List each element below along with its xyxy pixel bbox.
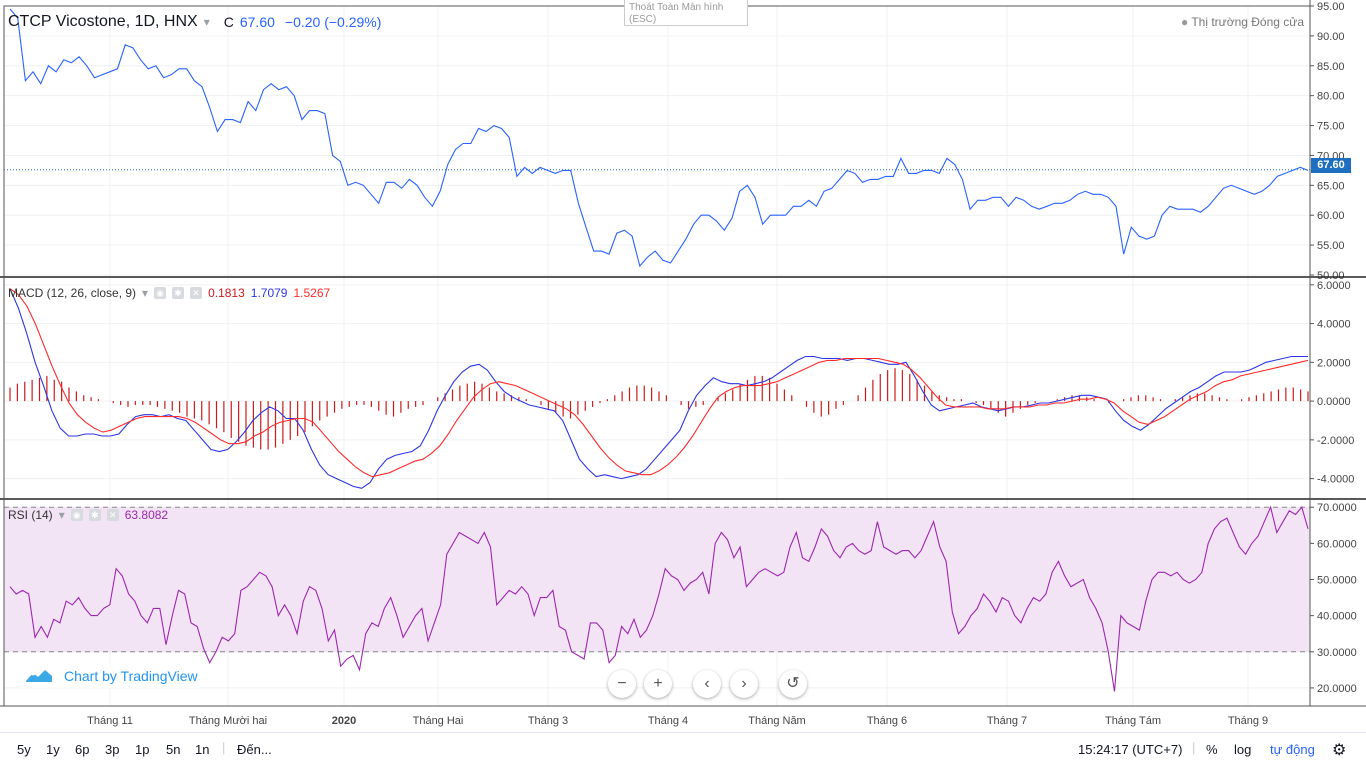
y-tick-label: 90.00 bbox=[1317, 31, 1345, 43]
exit-fullscreen-label: Thoát Toàn Màn hình bbox=[629, 2, 724, 13]
goto-date-button[interactable]: Đến... bbox=[237, 742, 272, 757]
last-price-tag: 67.60 bbox=[1311, 158, 1351, 173]
y-tick-label: 20.0000 bbox=[1317, 683, 1357, 695]
percent-scale-toggle[interactable]: % bbox=[1206, 742, 1218, 757]
tradingview-logo-icon bbox=[26, 670, 52, 682]
y-tick-label: 85.00 bbox=[1317, 61, 1345, 73]
exit-fullscreen-button[interactable]: Thoát Toàn Màn hình (ESC) bbox=[624, 0, 748, 26]
range-5y-button[interactable]: 5y bbox=[17, 742, 31, 757]
y-tick-label: -4.0000 bbox=[1317, 474, 1354, 486]
close-value: 67.60 bbox=[239, 14, 275, 30]
y-tick-label: 2.0000 bbox=[1317, 357, 1351, 369]
x-tick-label: Tháng 7 bbox=[987, 715, 1027, 727]
range-1y-button[interactable]: 1y bbox=[46, 742, 60, 757]
y-tick-label: 80.00 bbox=[1317, 91, 1345, 103]
chevron-down-icon[interactable]: ▾ bbox=[142, 286, 148, 300]
gear-icon[interactable]: ✱ bbox=[172, 287, 185, 299]
log-scale-toggle[interactable]: log bbox=[1234, 742, 1251, 757]
rsi-legend: RSI (14) ▾ ◉ ✱ ✕ 63.8082 bbox=[8, 508, 168, 522]
x-tick-label: Tháng Năm bbox=[748, 715, 805, 727]
x-tick-label: Tháng Mười hai bbox=[189, 715, 267, 727]
rsi-label[interactable]: RSI (14) bbox=[8, 508, 53, 522]
scroll-right-button[interactable]: › bbox=[730, 670, 758, 698]
x-tick-label: Tháng 11 bbox=[87, 715, 133, 727]
y-tick-label: 6.0000 bbox=[1317, 280, 1351, 292]
chevron-down-icon[interactable]: ▾ bbox=[59, 508, 65, 522]
status-dot-icon: ● bbox=[1180, 15, 1189, 29]
divider: | bbox=[222, 740, 226, 755]
x-tick-label: Tháng 9 bbox=[1228, 715, 1268, 727]
range-5d-button[interactable]: 5n bbox=[166, 742, 180, 757]
range-3m-button[interactable]: 3p bbox=[105, 742, 119, 757]
brand-label: Chart by TradingView bbox=[64, 668, 198, 684]
y-tick-label: 50.0000 bbox=[1317, 575, 1357, 587]
symbol-title[interactable]: CTCP Vicostone, 1D, HNX bbox=[8, 13, 198, 31]
gear-icon[interactable]: ⚙ bbox=[1332, 740, 1346, 760]
y-tick-label: 95.00 bbox=[1317, 1, 1345, 13]
clock-timezone[interactable]: 15:24:17 (UTC+7) bbox=[1078, 742, 1182, 757]
divider: | bbox=[1192, 740, 1196, 755]
y-tick-label: 65.00 bbox=[1317, 180, 1345, 192]
range-6m-button[interactable]: 6p bbox=[75, 742, 89, 757]
close-label: C bbox=[223, 14, 234, 30]
y-tick-label: 4.0000 bbox=[1317, 319, 1351, 331]
rsi-value: 63.8082 bbox=[124, 508, 169, 522]
rsi-band bbox=[4, 507, 1310, 652]
x-tick-label: Tháng Tám bbox=[1105, 715, 1161, 727]
market-status: ● Thị trường Đóng cửa bbox=[1181, 15, 1304, 29]
zoom-in-button[interactable]: + bbox=[644, 670, 672, 698]
scroll-left-button[interactable]: ‹ bbox=[693, 670, 721, 698]
y-tick-label: 40.0000 bbox=[1317, 611, 1357, 623]
macd-label[interactable]: MACD (12, 26, close, 9) bbox=[8, 286, 136, 300]
macd-legend: MACD (12, 26, close, 9) ▾ ◉ ✱ ✕ 0.1813 1… bbox=[8, 286, 330, 300]
close-icon[interactable]: ✕ bbox=[106, 509, 119, 521]
macd-value: 1.7079 bbox=[250, 286, 288, 300]
y-tick-label: 60.0000 bbox=[1317, 538, 1357, 550]
range-1d-button[interactable]: 1n bbox=[195, 742, 209, 757]
eye-icon[interactable]: ◉ bbox=[70, 509, 83, 521]
eye-icon[interactable]: ◉ bbox=[154, 287, 167, 299]
close-icon[interactable]: ✕ bbox=[190, 287, 203, 299]
y-tick-label: 55.00 bbox=[1317, 240, 1345, 252]
zoom-out-button[interactable]: − bbox=[608, 670, 636, 698]
gear-icon[interactable]: ✱ bbox=[88, 509, 101, 521]
auto-scale-toggle[interactable]: tự động bbox=[1270, 742, 1315, 757]
bottom-toolbar: 5y 1y 6p 3p 1p 5n 1n | Đến... 15:24:17 (… bbox=[0, 732, 1366, 769]
tradingview-brand[interactable]: Chart by TradingView bbox=[18, 664, 204, 688]
exit-fullscreen-shortcut: (ESC) bbox=[629, 14, 657, 25]
x-tick-label: Tháng 3 bbox=[528, 715, 568, 727]
y-tick-label: 0.0000 bbox=[1317, 396, 1351, 408]
macd-signal-value: 1.5267 bbox=[293, 286, 331, 300]
y-tick-label: 75.00 bbox=[1317, 121, 1345, 133]
chevron-down-icon[interactable]: ▾ bbox=[204, 15, 210, 29]
x-tick-label: Tháng Hai bbox=[413, 715, 464, 727]
price-legend: CTCP Vicostone, 1D, HNX ▾ C 67.60 −0.20 … bbox=[8, 13, 381, 31]
macd-hist-value: 0.1813 bbox=[208, 286, 245, 300]
y-tick-label: 30.0000 bbox=[1317, 647, 1357, 659]
chart-canvas[interactable]: 50.0055.0060.0065.0070.0075.0080.0085.00… bbox=[0, 0, 1366, 732]
y-tick-label: 60.00 bbox=[1317, 210, 1345, 222]
reset-chart-button[interactable]: ↺ bbox=[779, 670, 807, 698]
range-1m-button[interactable]: 1p bbox=[135, 742, 149, 757]
price-change: −0.20 (−0.29%) bbox=[284, 14, 382, 30]
y-tick-label: 70.0000 bbox=[1317, 502, 1357, 514]
market-status-text: Thị trường Đóng cửa bbox=[1191, 15, 1304, 29]
x-tick-label: Tháng 6 bbox=[867, 715, 907, 727]
y-tick-label: -2.0000 bbox=[1317, 435, 1354, 447]
x-tick-label: 2020 bbox=[332, 715, 356, 727]
x-tick-label: Tháng 4 bbox=[648, 715, 688, 727]
